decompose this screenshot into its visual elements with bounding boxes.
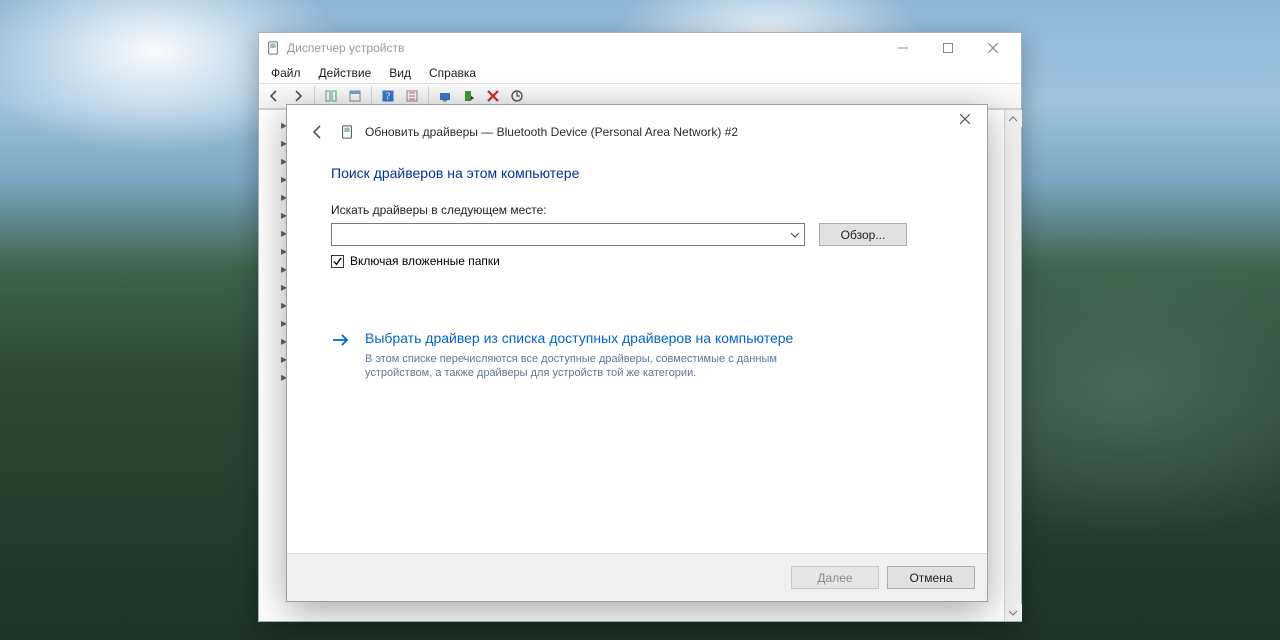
next-button[interactable]: Далее [791,566,879,589]
minimize-button[interactable] [880,34,925,62]
section-title: Поиск драйверов на этом компьютере [331,165,943,181]
dialog-body: Поиск драйверов на этом компьютере Искат… [287,151,987,553]
pick-from-list-option[interactable]: Выбрать драйвер из списка доступных драй… [331,330,943,381]
cancel-button[interactable]: Отмена [887,566,975,589]
scroll-down-button[interactable] [1005,604,1022,621]
menubar: Файл Действие Вид Справка [259,63,1021,83]
titlebar[interactable]: Диспетчер устройств [259,33,1021,63]
window-title: Диспетчер устройств [287,41,404,55]
maximize-button[interactable] [925,34,970,62]
path-field-label: Искать драйверы в следующем месте: [331,203,943,217]
menu-file[interactable]: Файл [263,64,309,82]
driver-path-combobox[interactable] [331,223,805,246]
vertical-scrollbar[interactable] [1004,110,1021,621]
chevron-down-icon [786,224,804,245]
close-button[interactable] [970,34,1015,62]
dialog-title-device: Bluetooth Device (Personal Area Network)… [497,125,738,139]
dialog-header: Обновить драйверы — Bluetooth Device (Pe… [287,105,987,151]
menu-view[interactable]: Вид [381,64,419,82]
pick-from-list-description: В этом списке перечисляются все доступны… [365,352,835,382]
next-button-label: Далее [817,571,852,585]
pick-from-list-title: Выбрать драйвер из списка доступных драй… [365,330,835,348]
svg-text:?: ? [386,92,391,103]
include-subfolders-row[interactable]: Включая вложенные папки [331,254,943,268]
nav-back-button[interactable] [263,85,285,107]
dialog-close-button[interactable] [942,105,987,133]
dialog-title: Обновить драйверы — Bluetooth Device (Pe… [365,125,738,139]
menu-action[interactable]: Действие [311,64,380,82]
app-icon [265,40,281,56]
dialog-title-prefix: Обновить драйверы — [365,125,497,139]
menu-help[interactable]: Справка [421,64,484,82]
update-drivers-dialog: Обновить драйверы — Bluetooth Device (Pe… [286,104,988,602]
scroll-up-button[interactable] [1005,110,1022,127]
cancel-button-label: Отмена [909,571,952,585]
dialog-footer: Далее Отмена [287,553,987,601]
arrow-right-icon [331,330,353,381]
browse-button-label: Обзор... [841,228,886,242]
back-button[interactable] [307,121,329,143]
browse-button[interactable]: Обзор... [819,223,907,246]
include-subfolders-checkbox[interactable] [331,255,344,268]
include-subfolders-label: Включая вложенные папки [350,254,500,268]
device-icon [339,124,355,140]
